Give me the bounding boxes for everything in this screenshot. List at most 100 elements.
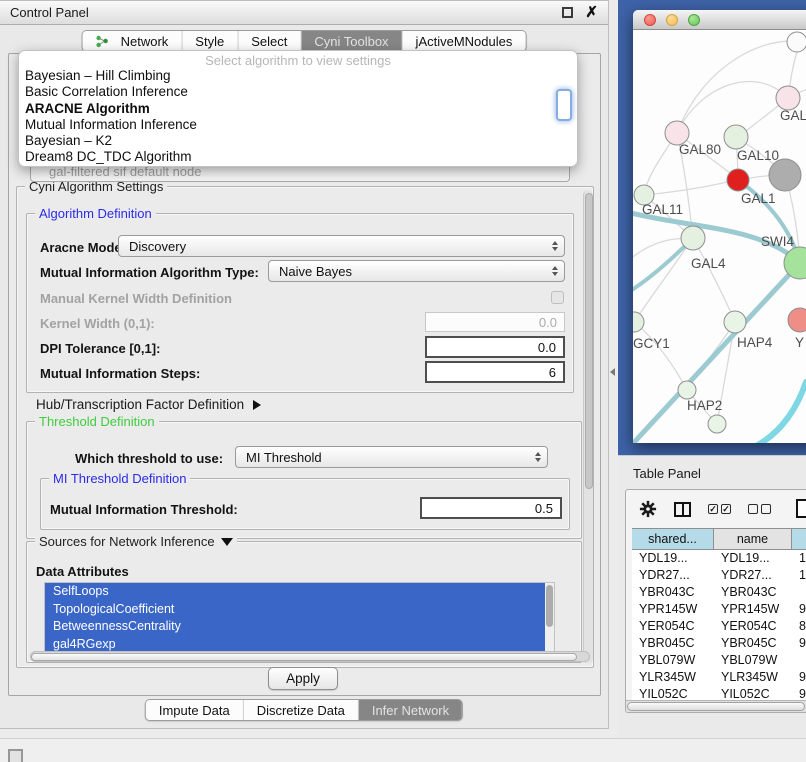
table-row[interactable]: YBL079WYBL079W <box>632 652 806 669</box>
network-edge[interactable] <box>693 238 735 322</box>
table-cell: YLR345W <box>714 669 792 686</box>
aracne-mode-combobox[interactable]: Discovery <box>118 235 565 257</box>
network-node-gal10[interactable] <box>724 125 748 149</box>
network-edge[interactable] <box>756 382 806 443</box>
network-canvas[interactable]: GALGAL80GAL10GAL1GAL11GAL4SWI4GCY1HAP4YH… <box>633 30 806 443</box>
dpi-tolerance-label: DPI Tolerance [0,1]: <box>40 341 160 356</box>
table-cell: YDL19... <box>632 550 714 567</box>
network-node-gal4[interactable] <box>681 226 705 250</box>
dpi-tolerance-field[interactable]: 0.0 <box>425 336 565 358</box>
mi-threshold-field[interactable]: 0.5 <box>420 497 562 519</box>
float-window-icon[interactable] <box>562 7 573 18</box>
zoom-traffic-light-icon[interactable] <box>688 14 700 26</box>
bottom-tab-discretize-data[interactable]: Discretize Data <box>244 700 359 720</box>
gear-icon[interactable] <box>639 500 657 518</box>
table-horizontal-scrollbar[interactable] <box>626 700 806 712</box>
network-node-hap4[interactable] <box>724 311 746 333</box>
manual-kernel-width-label: Manual Kernel Width Definition <box>40 291 232 306</box>
deselect-all-columns-icon[interactable] <box>748 504 771 514</box>
bottom-tab-impute-data-label: Impute Data <box>159 703 230 718</box>
network-node[interactable] <box>708 415 726 433</box>
network-node-y[interactable] <box>788 308 806 332</box>
network-node[interactable] <box>769 159 801 191</box>
kernel-width-label: Kernel Width (0,1): <box>40 316 155 331</box>
algorithm-option-aracne-algorithm[interactable]: ARACNE Algorithm <box>19 101 577 117</box>
table-panel: Table Panel ✓✓ <box>618 455 806 738</box>
show-columns-icon[interactable] <box>674 502 691 517</box>
network-edge[interactable] <box>634 322 687 390</box>
node-label-gal80: GAL80 <box>679 142 721 157</box>
which-threshold-combobox[interactable]: MI Threshold <box>235 446 548 468</box>
tab-select[interactable]: Select <box>238 31 301 51</box>
network-table-combobox[interactable]: gal-filtered sif default node <box>30 165 570 182</box>
close-traffic-light-icon[interactable] <box>644 14 656 26</box>
algorithm-option-dream8-dc-tdc-algorithm[interactable]: Dream8 DC_TDC Algorithm <box>19 149 577 165</box>
attribute-topologicalcoefficient[interactable]: TopologicalCoefficient <box>45 601 554 619</box>
table-cell: 12 <box>792 567 806 584</box>
table-cell: YIL052C <box>632 686 714 700</box>
settings-vertical-scrollbar[interactable] <box>583 191 593 663</box>
panel-collapse-arrow-icon[interactable] <box>610 368 615 376</box>
column-header-shared[interactable]: shared... <box>632 529 714 549</box>
network-node[interactable] <box>787 32 806 52</box>
node-label-gal: GAL <box>780 108 806 123</box>
table-row[interactable]: YBR043CYBR043C <box>632 584 806 601</box>
attribute-gal4rgexp[interactable]: gal4RGexp <box>45 636 554 653</box>
table-row[interactable]: YIL052CYIL052C9 <box>632 686 806 700</box>
bottom-strip <box>0 738 806 762</box>
table-cell: 13 <box>792 550 806 567</box>
algorithm-option-mutual-information-inference[interactable]: Mutual Information Inference <box>19 117 577 133</box>
threshold-definition-title: Threshold Definition <box>35 414 159 429</box>
manual-kernel-width-checkbox[interactable] <box>551 291 564 304</box>
network-node-hap2[interactable] <box>678 381 696 399</box>
select-all-columns-icon[interactable]: ✓✓ <box>708 504 731 514</box>
table-row[interactable]: YDL19...YDL19...13 <box>632 550 806 567</box>
algorithm-option-bayesian-hill-climbing[interactable]: Bayesian – Hill Climbing <box>19 68 577 84</box>
node-label-gal1: GAL1 <box>741 191 776 206</box>
table-row[interactable]: YER054CYER054C8. <box>632 618 806 635</box>
mi-steps-field[interactable]: 6 <box>425 361 565 383</box>
network-view-window: GALGAL80GAL10GAL1GAL11GAL4SWI4GCY1HAP4YH… <box>633 10 806 443</box>
close-icon[interactable]: ✗ <box>585 7 598 18</box>
sources-group-header[interactable]: Sources for Network Inference <box>35 534 237 549</box>
attributes-list-scrollbar[interactable] <box>545 583 554 651</box>
table-row[interactable]: YPR145WYPR145W9. <box>632 601 806 618</box>
focused-combobox-fragment[interactable] <box>556 89 572 121</box>
column-header-name[interactable]: name <box>714 529 792 549</box>
network-window-titlebar <box>633 10 806 30</box>
node-label-swi4: SWI4 <box>761 234 794 249</box>
tab-network-label: Network <box>121 34 169 49</box>
node-label-gal4: GAL4 <box>691 256 726 271</box>
tab-jactivemnodules[interactable]: jActiveMNodules <box>403 31 526 51</box>
table-cell: YIL052C <box>714 686 792 700</box>
table-cell: YER054C <box>632 618 714 635</box>
tab-style-label: Style <box>195 34 224 49</box>
network-node-gal[interactable] <box>776 86 800 110</box>
table-cell <box>792 652 806 669</box>
minimize-traffic-light-icon[interactable] <box>666 14 678 26</box>
node-label-gal11: GAL11 <box>642 202 683 217</box>
table-row[interactable]: YLR345WYLR345W9. <box>632 669 806 686</box>
bottom-tab-impute-data[interactable]: Impute Data <box>146 700 244 720</box>
mi-algorithm-type-combobox[interactable]: Naive Bayes <box>268 260 565 282</box>
settings-horizontal-scrollbar[interactable] <box>30 651 590 662</box>
algorithm-option-bayesian-k2[interactable]: Bayesian – K2 <box>19 133 577 149</box>
kernel-width-field[interactable]: 0.0 <box>425 312 565 332</box>
apply-button[interactable]: Apply <box>268 667 338 690</box>
tab-cyni-toolbox[interactable]: Cyni Toolbox <box>301 31 402 51</box>
algorithm-option-basic-correlation-inference[interactable]: Basic Correlation Inference <box>19 84 577 100</box>
table-row[interactable]: YDR27...YDR27...12 <box>632 567 806 584</box>
attribute-betweennesscentrality[interactable]: BetweennessCentrality <box>45 618 554 636</box>
tab-style[interactable]: Style <box>182 31 238 51</box>
attribute-selfloops[interactable]: SelfLoops <box>45 583 554 601</box>
collapse-down-icon <box>221 538 233 546</box>
tab-select-label: Select <box>251 34 287 49</box>
network-node-gal1[interactable] <box>727 169 749 191</box>
hub-definition-expander[interactable]: Hub/Transcription Factor Definition <box>36 397 261 412</box>
bottom-tab-infer-network[interactable]: Infer Network <box>359 700 462 720</box>
tab-network[interactable]: Network <box>83 31 183 51</box>
collapsed-panel-icon[interactable] <box>8 749 23 762</box>
table-row[interactable]: YBR045CYBR045C9. <box>632 635 806 652</box>
export-table-icon[interactable] <box>796 499 806 518</box>
column-header-a[interactable]: A <box>792 529 806 549</box>
